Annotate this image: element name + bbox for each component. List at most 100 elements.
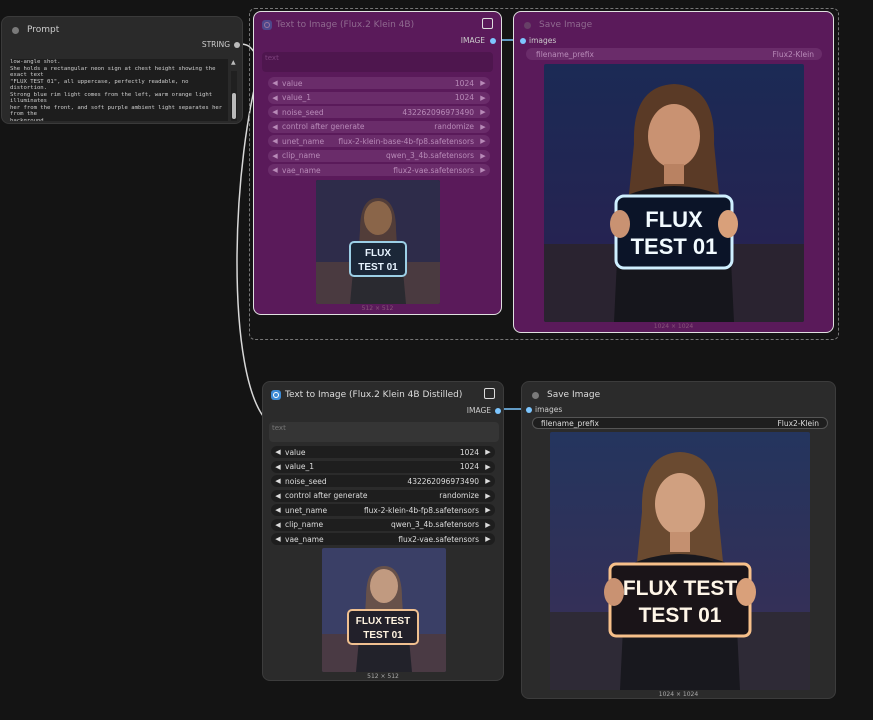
save-bottom-image[interactable]: FLUX TEST TEST 01	[550, 432, 810, 690]
text-input-box[interactable]: text	[269, 422, 499, 442]
increment-arrow-icon[interactable]: ▶	[481, 448, 495, 456]
base-preview-caption: 512 × 512	[361, 305, 394, 312]
widget-unet-name[interactable]: ◀ unet_name flux-2-klein-4b-fp8.safetensor…	[271, 504, 495, 516]
widget-label: value	[282, 78, 303, 88]
increment-arrow-icon[interactable]: ▶	[481, 492, 495, 500]
save-bottom-header[interactable]: Save Image	[522, 382, 835, 408]
decrement-arrow-icon[interactable]: ◀	[271, 506, 285, 514]
save-image-bottom-node[interactable]: Save Image images filename_prefix Flux2-…	[521, 381, 836, 699]
prompt-scrollbar[interactable]	[231, 71, 237, 121]
widget-label: value_1	[282, 93, 312, 102]
collapse-dot-icon[interactable]	[524, 21, 531, 29]
widget-value: 1024	[454, 93, 474, 102]
distilled-sign-line2: TEST 01	[363, 630, 403, 641]
decrement-arrow-icon[interactable]: ◀	[268, 94, 282, 102]
widget-label: unet_name	[285, 505, 328, 515]
widget-noise-seed[interactable]: ◀ noise_seed 432262096973490 ▶	[271, 475, 495, 487]
string-output-port[interactable]	[234, 42, 240, 48]
decrement-arrow-icon[interactable]: ◀	[271, 448, 285, 456]
filename-prefix-label: filename_prefix	[536, 49, 594, 59]
increment-arrow-icon[interactable]: ▶	[481, 463, 495, 471]
increment-arrow-icon[interactable]: ▶	[476, 152, 490, 160]
save-top-svg: FLUX TEST 01	[544, 64, 804, 322]
images-input-port[interactable]	[526, 407, 532, 413]
increment-arrow-icon[interactable]: ▶	[481, 477, 495, 485]
widget-unet-name[interactable]: ◀ unet_name flux-2-klein-base-4b-fp8.safet…	[268, 135, 490, 147]
distilled-preview-caption: 512 × 512	[367, 673, 399, 680]
widget-vae-name[interactable]: ◀ vae_name flux2-vae.safetensors ▶	[271, 533, 495, 545]
widget-label: clip_name	[282, 151, 321, 160]
t2i-base-header[interactable]: Text to Image (Flux.2 Klein 4B)	[254, 12, 501, 38]
increment-arrow-icon[interactable]: ▶	[476, 108, 490, 116]
distilled-preview-image[interactable]: FLUX TEST TEST 01	[322, 548, 446, 672]
widget-clip-name[interactable]: ◀ clip_name qwen_3_4b.safetensors ▶	[268, 149, 490, 162]
increment-arrow-icon[interactable]: ▶	[481, 535, 495, 543]
decrement-arrow-icon[interactable]: ◀	[271, 477, 285, 485]
base-preview-image[interactable]: FLUX TEST 01	[316, 180, 440, 304]
collapse-dot-icon[interactable]	[12, 26, 19, 34]
distilled-preview-svg: FLUX TEST TEST 01	[322, 548, 446, 672]
distilled-sign-line1: FLUX TEST	[356, 616, 410, 627]
base-sign-line1: FLUX	[365, 248, 391, 259]
images-input-port[interactable]	[520, 38, 526, 44]
increment-arrow-icon[interactable]: ▶	[476, 137, 490, 145]
t2i-distilled-node[interactable]: Text to Image (Flux.2 Klein 4B Distilled…	[262, 381, 504, 681]
image-output-label: IMAGE	[460, 36, 485, 45]
decrement-arrow-icon[interactable]: ◀	[268, 166, 282, 174]
decrement-arrow-icon[interactable]: ◀	[271, 535, 285, 543]
widget-control-after-generate[interactable]: ◀ control after generate randomize ▶	[271, 489, 495, 502]
subgraph-icon	[262, 20, 272, 30]
widget-vae-name[interactable]: ◀ vae_name flux2-vae.safetensors ▶	[268, 164, 490, 176]
images-input-label: images	[529, 36, 557, 45]
t2i-base-node[interactable]: Text to Image (Flux.2 Klein 4B) IMAGE te…	[253, 11, 502, 315]
widget-control-after-generate[interactable]: ◀ control after generate randomize ▶	[268, 120, 490, 133]
increment-arrow-icon[interactable]: ▶	[476, 94, 490, 102]
widget-value: qwen_3_4b.safetensors	[385, 151, 474, 160]
widget-value-1[interactable]: ◀ value_1 1024 ▶	[271, 460, 495, 473]
widget-value-1[interactable]: ◀ value_1 1024 ▶	[268, 91, 490, 104]
image-output-port[interactable]	[490, 38, 496, 44]
prompt-textarea[interactable]: low-angle shot. She holds a rectangular …	[10, 59, 228, 121]
expand-icon[interactable]	[484, 388, 495, 399]
save-top-image[interactable]: FLUX TEST 01	[544, 64, 804, 322]
expand-icon[interactable]	[482, 18, 493, 29]
increment-arrow-icon[interactable]: ▶	[481, 521, 495, 529]
widget-label: value	[285, 447, 306, 457]
filename-prefix-widget[interactable]: filename_prefix Flux2-Klein	[526, 48, 822, 60]
decrement-arrow-icon[interactable]: ◀	[268, 152, 282, 160]
widget-noise-seed[interactable]: ◀ noise_seed 432262096973490 ▶	[268, 106, 490, 118]
decrement-arrow-icon[interactable]: ◀	[268, 137, 282, 145]
widget-label: noise_seed	[282, 107, 324, 117]
t2i-distilled-header[interactable]: Text to Image (Flux.2 Klein 4B Distilled…	[263, 382, 503, 408]
widget-value[interactable]: ◀ value 1024 ▶	[271, 446, 495, 458]
widget-label: unet_name	[282, 136, 325, 146]
save-top-sign-line2: TEST 01	[631, 234, 718, 259]
filename-prefix-widget[interactable]: filename_prefix Flux2-Klein	[532, 417, 828, 429]
decrement-arrow-icon[interactable]: ◀	[271, 492, 285, 500]
decrement-arrow-icon[interactable]: ◀	[268, 108, 282, 116]
save-image-top-node[interactable]: Save Image images filename_prefix Flux2-…	[513, 11, 834, 333]
save-top-header[interactable]: Save Image	[514, 12, 833, 38]
image-output-label: IMAGE	[466, 406, 491, 415]
text-input-box[interactable]: text	[262, 52, 493, 72]
string-output-label: STRING	[201, 40, 230, 49]
prompt-scroll-thumb[interactable]	[232, 93, 236, 119]
widget-label: vae_name	[282, 165, 321, 175]
save-top-sign-line1: FLUX	[645, 207, 703, 232]
collapse-dot-icon[interactable]	[532, 391, 539, 399]
widget-value: 432262096973490	[402, 107, 474, 117]
image-output-port[interactable]	[495, 408, 501, 414]
widget-clip-name[interactable]: ◀ clip_name qwen_3_4b.safetensors ▶	[271, 518, 495, 531]
decrement-arrow-icon[interactable]: ◀	[268, 79, 282, 87]
increment-arrow-icon[interactable]: ▶	[476, 79, 490, 87]
decrement-arrow-icon[interactable]: ◀	[271, 521, 285, 529]
widget-value[interactable]: ◀ value 1024 ▶	[268, 77, 490, 89]
increment-arrow-icon[interactable]: ▶	[481, 506, 495, 514]
decrement-arrow-icon[interactable]: ◀	[271, 463, 285, 471]
prompt-node[interactable]: Prompt STRING low-angle shot. She holds …	[1, 16, 243, 124]
widget-value: 1024	[459, 462, 479, 471]
decrement-arrow-icon[interactable]: ◀	[268, 123, 282, 131]
increment-arrow-icon[interactable]: ▶	[476, 166, 490, 174]
scroll-up-icon[interactable]: ▲	[231, 59, 236, 66]
increment-arrow-icon[interactable]: ▶	[476, 123, 490, 131]
